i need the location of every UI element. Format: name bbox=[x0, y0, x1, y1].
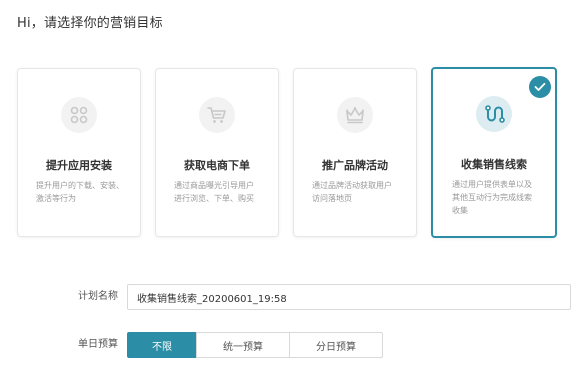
daily-budget-row: 单日预算 不限 统一预算 分日预算 bbox=[0, 332, 579, 358]
page-title: Hi，请选择你的营销目标 bbox=[17, 16, 163, 31]
budget-option-unlimited[interactable]: 不限 bbox=[127, 332, 197, 358]
goal-card-title: 收集销售线索 bbox=[461, 158, 527, 171]
goal-card-description: 通过商品曝光引导用户进行浏览、下单、购买 bbox=[174, 181, 254, 203]
goal-card-title: 推广品牌活动 bbox=[322, 159, 388, 172]
budget-option-uniform[interactable]: 统一预算 bbox=[196, 332, 290, 358]
page: Hi，请选择你的营销目标 提升应用安装 提升用户的下载、安装、激活等行为 获取电… bbox=[0, 0, 579, 378]
selected-check-icon bbox=[529, 76, 551, 98]
budget-segmented-control: 不限 统一预算 分日预算 bbox=[127, 332, 383, 358]
goal-card-app-install[interactable]: 提升应用安装 提升用户的下载、安装、激活等行为 bbox=[17, 68, 141, 237]
daily-budget-label: 单日预算 bbox=[78, 339, 118, 350]
goal-card-brand-campaign[interactable]: 推广品牌活动 通过品牌活动获取用户访问落地页 bbox=[293, 68, 417, 237]
goal-card-description: 通过用户提供表单以及其他互动行为完成线索收集 bbox=[452, 180, 532, 215]
plan-name-input[interactable] bbox=[127, 284, 571, 310]
plan-name-row: 计划名称 bbox=[0, 284, 579, 310]
goal-card-sales-leads[interactable]: 收集销售线索 通过用户提供表单以及其他互动行为完成线索收集 bbox=[431, 67, 557, 238]
shopping-cart-icon bbox=[199, 97, 235, 133]
goal-card-list: 提升应用安装 提升用户的下载、安装、激活等行为 获取电商下单 通过商品曝光引导用… bbox=[17, 67, 557, 239]
app-grid-icon bbox=[61, 97, 97, 133]
goal-card-title: 获取电商下单 bbox=[184, 159, 250, 172]
goal-card-title: 提升应用安装 bbox=[46, 159, 112, 172]
budget-option-per-day[interactable]: 分日预算 bbox=[289, 332, 383, 358]
goal-card-ecommerce-order[interactable]: 获取电商下单 通过商品曝光引导用户进行浏览、下单、购买 bbox=[155, 68, 279, 237]
goal-card-description: 提升用户的下载、安装、激活等行为 bbox=[36, 181, 124, 203]
route-path-icon bbox=[476, 96, 512, 132]
crown-icon bbox=[337, 97, 373, 133]
goal-card-description: 通过品牌活动获取用户访问落地页 bbox=[312, 181, 392, 203]
plan-name-label: 计划名称 bbox=[78, 291, 118, 302]
